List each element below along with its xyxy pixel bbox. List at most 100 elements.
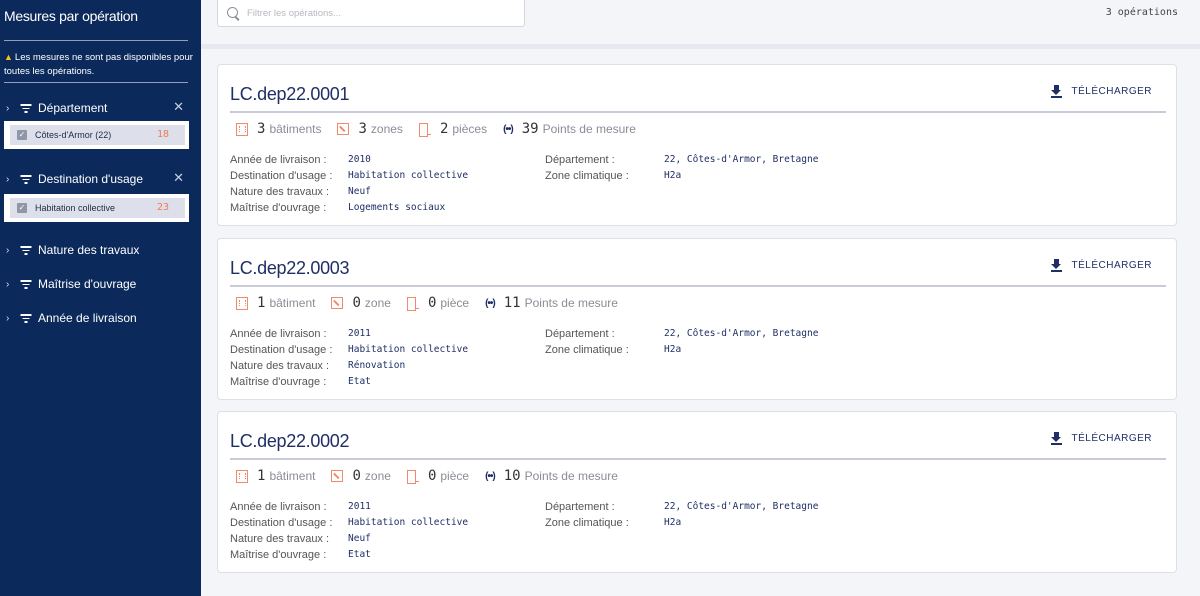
operation-stats: 3 bâtiments 3 zones 2 pièces (••) 39 Poi… [236,121,652,137]
field-value: 22, Côtes-d'Armor, Bretagne [664,328,819,339]
filter-icon [18,102,33,114]
field-label: Année de livraison : [230,501,327,513]
field-label: Année de livraison : [230,328,327,340]
download-icon [1051,259,1063,272]
operation-stats: 1 bâtiment 0 zone 0 pièce (••) 11 Points… [236,295,634,311]
field-label: Zone climatique : [545,517,629,529]
field-value: H2a [664,170,682,181]
field-label: Année de livraison : [230,154,327,166]
selected-filter-destination[interactable]: ✓ Habitation collective 23 [10,198,185,218]
door-icon [406,296,419,311]
field-label: Département : [545,328,615,340]
operation-title[interactable]: LC.dep22.0001 [230,84,350,105]
stat-label: pièce [440,296,470,310]
field-value: Etat [348,549,371,560]
checkbox-checked[interactable]: ✓ [17,203,27,213]
stat-label: bâtiment [269,296,316,310]
stat-value: 3 [358,121,367,137]
stat-label: pièces [452,122,488,136]
divider [201,44,1200,49]
download-button[interactable]: TÉLÉCHARGER [1051,85,1152,98]
divider [230,111,1166,113]
field-value: Habitation collective [348,344,469,355]
warning-icon: ▲ [4,52,13,62]
close-icon[interactable]: ✕ [173,99,184,115]
stat-value: 1 [257,295,266,311]
field-value: 2011 [348,501,371,512]
facet-label: Maîtrise d'ouvrage [38,277,137,291]
door-icon [418,122,431,137]
zone-icon [331,470,344,482]
search-box[interactable] [217,0,525,27]
field-value: Neuf [348,186,371,197]
download-button[interactable]: TÉLÉCHARGER [1051,432,1152,445]
zone-icon [337,123,350,135]
filter-icon [18,278,33,290]
facet-departement[interactable]: › Département ✕ [6,99,188,116]
operation-card: LC.dep22.0001 TÉLÉCHARGER 3 bâtiments 3 … [217,64,1177,226]
field-label: Zone climatique : [545,170,629,182]
selected-filter-departement[interactable]: ✓ Côtes-d'Armor (22) 18 [10,125,185,145]
sidebar: Mesures par opération ▲ Les mesures ne so… [0,0,201,596]
stat-value: 1 [257,468,266,484]
operation-title[interactable]: LC.dep22.0003 [230,258,350,279]
stat-label: zone [364,296,391,310]
field-value: 22, Côtes-d'Armor, Bretagne [664,501,819,512]
facet-maitrise-ouvrage[interactable]: › Maîtrise d'ouvrage [6,276,188,292]
stat-value: 0 [352,468,361,484]
warning-text: Les mesures ne sont pas disponibles pour… [4,52,193,77]
download-button[interactable]: TÉLÉCHARGER [1051,259,1152,272]
facet-annee-livraison[interactable]: › Année de livraison [6,310,188,326]
stat-pieces: 0 pièce [406,295,470,311]
divider [4,82,188,83]
operation-stats: 1 bâtiment 0 zone 0 pièce (••) 10 Points… [236,468,634,484]
field-label: Maîtrise d'ouvrage : [230,549,327,561]
field-label: Nature des travaux : [230,533,330,545]
filter-icon [18,312,33,324]
field-label: Maîtrise d'ouvrage : [230,376,327,388]
facet-destination-usage[interactable]: › Destination d'usage ✕ [6,170,188,187]
operation-location: Département : 22, Côtes-d'Armor, Bretagne… [545,152,818,184]
zone-icon [331,297,344,309]
search-icon [227,6,240,20]
checkbox-checked[interactable]: ✓ [17,130,27,140]
field-label: Destination d'usage : [230,517,333,529]
operation-location: Département : 22, Côtes-d'Armor, Bretagne… [545,326,818,358]
chevron-right-icon: › [6,244,10,256]
stat-label: bâtiments [269,122,322,136]
selected-filter-panel: ✓ Côtes-d'Armor (22) 18 [4,121,189,149]
building-icon [236,296,248,310]
search-input[interactable] [247,7,507,19]
chevron-right-icon: › [6,173,10,185]
stat-points: (••) 39 Points de mesure [503,121,636,137]
field-value: H2a [664,517,682,528]
building-icon [236,122,248,136]
stat-label: zones [370,122,403,136]
field-value: Rénovation [348,360,406,371]
operation-title[interactable]: LC.dep22.0002 [230,431,350,452]
field-label: Destination d'usage : [230,170,333,182]
stat-pieces: 0 pièce [406,468,469,484]
download-icon [1051,432,1063,445]
stat-value: 0 [427,295,437,311]
selected-filter-panel: ✓ Habitation collective 23 [4,194,189,222]
operation-details: Année de livraison : 2010 Destination d'u… [230,152,468,216]
field-value: Logements sociaux [348,202,446,213]
chevron-right-icon: › [6,278,10,290]
facet-nature-travaux[interactable]: › Nature des travaux [6,242,188,258]
chevron-right-icon: › [6,102,10,114]
sensor-icon: (••) [503,123,514,135]
stat-zones: 0 zone [331,468,391,484]
download-label: TÉLÉCHARGER [1071,86,1152,97]
stat-value: 0 [427,468,437,484]
field-label: Maîtrise d'ouvrage : [230,202,327,214]
field-label: Nature des travaux : [230,186,330,198]
stat-label: Points de mesure [524,469,618,483]
field-label: Zone climatique : [545,344,629,356]
stat-zones: 0 zone [331,295,391,311]
field-value: Neuf [348,533,371,544]
field-value: 2011 [348,328,371,339]
stat-label: bâtiment [269,469,316,483]
close-icon[interactable]: ✕ [173,170,184,186]
stat-value: 3 [257,121,266,137]
